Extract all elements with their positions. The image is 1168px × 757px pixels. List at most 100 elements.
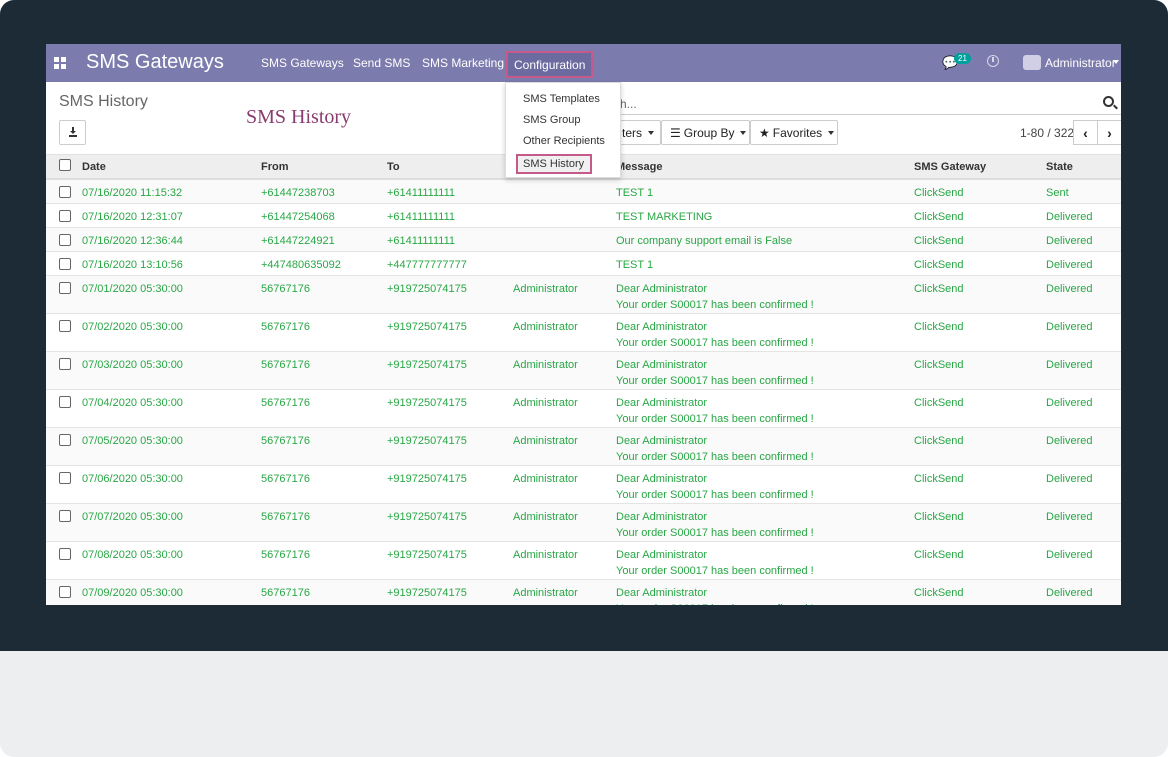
row-checkbox[interactable] bbox=[59, 472, 71, 484]
search-input[interactable] bbox=[620, 91, 1121, 115]
column-header-date[interactable]: Date bbox=[78, 155, 257, 180]
row-checkbox[interactable] bbox=[59, 510, 71, 522]
cell-message: Our company support email is False bbox=[612, 227, 910, 252]
cell-state: Delivered bbox=[1042, 275, 1121, 314]
cell-text-from: 56767176 bbox=[261, 511, 310, 523]
row-checkbox[interactable] bbox=[59, 282, 71, 294]
favorites-label: Favorites bbox=[772, 125, 823, 140]
search-icon[interactable] bbox=[1103, 96, 1114, 107]
group-by-button[interactable]: ☰ Group By bbox=[661, 120, 750, 145]
cell-partner bbox=[509, 251, 612, 276]
cell-partner bbox=[509, 227, 612, 252]
table-row[interactable]: 07/16/2020 12:31:07 +61447254068 +61411111… bbox=[46, 203, 1121, 228]
table-row[interactable]: 07/05/2020 05:30:00 56767176 +919725074175… bbox=[46, 427, 1121, 466]
table-row[interactable]: 07/01/2020 05:30:00 56767176 +919725074175… bbox=[46, 275, 1121, 314]
cell-text-from: +61447238703 bbox=[261, 187, 335, 199]
cell-state: Delivered bbox=[1042, 541, 1121, 580]
menu-send-sms[interactable]: Send SMS bbox=[353, 56, 410, 70]
table-row[interactable]: 07/16/2020 11:15:32 +61447238703 +61411111… bbox=[46, 179, 1121, 204]
dropdown-item-other-recipients[interactable]: Other Recipients bbox=[523, 135, 605, 147]
row-checkbox[interactable] bbox=[59, 320, 71, 332]
column-header-state[interactable]: State bbox=[1042, 155, 1121, 180]
cell-text-gateway: ClickSend bbox=[914, 435, 964, 447]
cell-state: Delivered bbox=[1042, 389, 1121, 428]
column-header-from[interactable]: From bbox=[257, 155, 383, 180]
cell-date: 07/05/2020 05:30:00 bbox=[78, 427, 257, 466]
cell-text-gateway: ClickSend bbox=[914, 587, 964, 599]
column-header-message[interactable]: Message bbox=[612, 155, 910, 180]
cell-text-to: +919725074175 bbox=[387, 435, 467, 447]
row-checkbox[interactable] bbox=[59, 396, 71, 408]
menu-sms-gateways[interactable]: SMS Gateways bbox=[261, 56, 344, 70]
row-checkbox[interactable] bbox=[59, 258, 71, 270]
pager-value[interactable]: 1-80 / 322 bbox=[1020, 126, 1074, 140]
cell-text-from: 56767176 bbox=[261, 397, 310, 409]
cell-text-date: 07/16/2020 12:36:44 bbox=[82, 235, 183, 247]
cell-date: 07/03/2020 05:30:00 bbox=[78, 351, 257, 390]
cell-text-state: Delivered bbox=[1046, 359, 1093, 371]
cell-date: 07/02/2020 05:30:00 bbox=[78, 313, 257, 352]
pager-previous-button[interactable]: ‹ bbox=[1073, 120, 1098, 145]
cell-text-from: +447480635092 bbox=[261, 259, 341, 271]
cell-text-gateway: ClickSend bbox=[914, 511, 964, 523]
user-avatar[interactable] bbox=[1023, 55, 1041, 70]
table-row[interactable]: 07/09/2020 05:30:00 56767176 +919725074175… bbox=[46, 579, 1121, 605]
column-header-gateway[interactable]: SMS Gateway bbox=[910, 155, 1042, 180]
row-checkbox[interactable] bbox=[59, 186, 71, 198]
dropdown-item-sms-history[interactable]: SMS History bbox=[516, 154, 592, 174]
pager-next-button[interactable]: › bbox=[1097, 120, 1121, 145]
cell-text-partner: Administrator bbox=[513, 283, 578, 295]
table-row[interactable]: 07/02/2020 05:30:00 56767176 +919725074175… bbox=[46, 313, 1121, 352]
table-row[interactable]: 07/16/2020 12:36:44 +61447224921 +61411111… bbox=[46, 227, 1121, 252]
chevron-left-icon: ‹ bbox=[1083, 124, 1088, 141]
cell-gateway: ClickSend bbox=[910, 503, 1042, 542]
cell-gateway: ClickSend bbox=[910, 313, 1042, 352]
app-brand: SMS Gateways bbox=[86, 51, 224, 73]
cell-message: Dear Administrator Your order S00017 has … bbox=[612, 351, 910, 390]
user-menu-caret-icon[interactable] bbox=[1113, 60, 1119, 64]
menu-configuration[interactable]: Configuration bbox=[506, 51, 594, 78]
table-row[interactable]: 07/08/2020 05:30:00 56767176 +919725074175… bbox=[46, 541, 1121, 580]
cell-text-date: 07/06/2020 05:30:00 bbox=[82, 473, 183, 485]
row-checkbox[interactable] bbox=[59, 210, 71, 222]
cell-text-date: 07/07/2020 05:30:00 bbox=[82, 511, 183, 523]
cell-text-partner: Administrator bbox=[513, 549, 578, 561]
table-row[interactable]: 07/07/2020 05:30:00 56767176 +919725074175… bbox=[46, 503, 1121, 542]
chevron-down-icon bbox=[648, 130, 655, 135]
cell-text-state: Delivered bbox=[1046, 549, 1093, 561]
dropdown-item-sms-templates[interactable]: SMS Templates bbox=[523, 93, 600, 105]
group-by-label: Group By bbox=[683, 125, 735, 140]
cell-to: +919725074175 bbox=[383, 579, 509, 605]
cell-from: 56767176 bbox=[257, 503, 383, 542]
cell-text-partner: Administrator bbox=[513, 359, 578, 371]
activity-clock-icon[interactable] bbox=[987, 55, 999, 67]
menu-sms-marketing[interactable]: SMS Marketing bbox=[422, 56, 504, 70]
row-checkbox[interactable] bbox=[59, 234, 71, 246]
dropdown-item-sms-group[interactable]: SMS Group bbox=[523, 114, 580, 126]
user-name[interactable]: Administrator bbox=[1045, 56, 1116, 70]
row-checkbox[interactable] bbox=[59, 586, 71, 598]
table-row[interactable]: 07/16/2020 13:10:56 +447480635092 +4477777… bbox=[46, 251, 1121, 276]
row-checkbox[interactable] bbox=[59, 358, 71, 370]
cell-text-state: Sent bbox=[1046, 187, 1069, 199]
table-row[interactable]: 07/06/2020 05:30:00 56767176 +919725074175… bbox=[46, 465, 1121, 504]
table-row[interactable]: 07/04/2020 05:30:00 56767176 +919725074175… bbox=[46, 389, 1121, 428]
cell-state: Delivered bbox=[1042, 465, 1121, 504]
cell-to: +919725074175 bbox=[383, 389, 509, 428]
chevron-down-icon bbox=[740, 130, 747, 135]
row-select-cell bbox=[46, 227, 78, 252]
row-checkbox[interactable] bbox=[59, 434, 71, 446]
cell-from: 56767176 bbox=[257, 389, 383, 428]
cell-text-from: 56767176 bbox=[261, 435, 310, 447]
table-row[interactable]: 07/03/2020 05:30:00 56767176 +919725074175… bbox=[46, 351, 1121, 390]
cell-gateway: ClickSend bbox=[910, 541, 1042, 580]
select-all-checkbox[interactable] bbox=[59, 159, 71, 171]
row-checkbox[interactable] bbox=[59, 548, 71, 560]
cell-text-message-line-2: Your order S00017 has been confirmed ! bbox=[616, 413, 814, 425]
apps-menu-icon[interactable] bbox=[54, 57, 66, 69]
cell-message: Dear Administrator Your order S00017 has … bbox=[612, 313, 910, 352]
export-button[interactable] bbox=[59, 120, 86, 145]
favorites-button[interactable]: ★ Favorites bbox=[750, 120, 838, 145]
cell-text-to: +919725074175 bbox=[387, 359, 467, 371]
column-header-to[interactable]: To bbox=[383, 155, 509, 180]
